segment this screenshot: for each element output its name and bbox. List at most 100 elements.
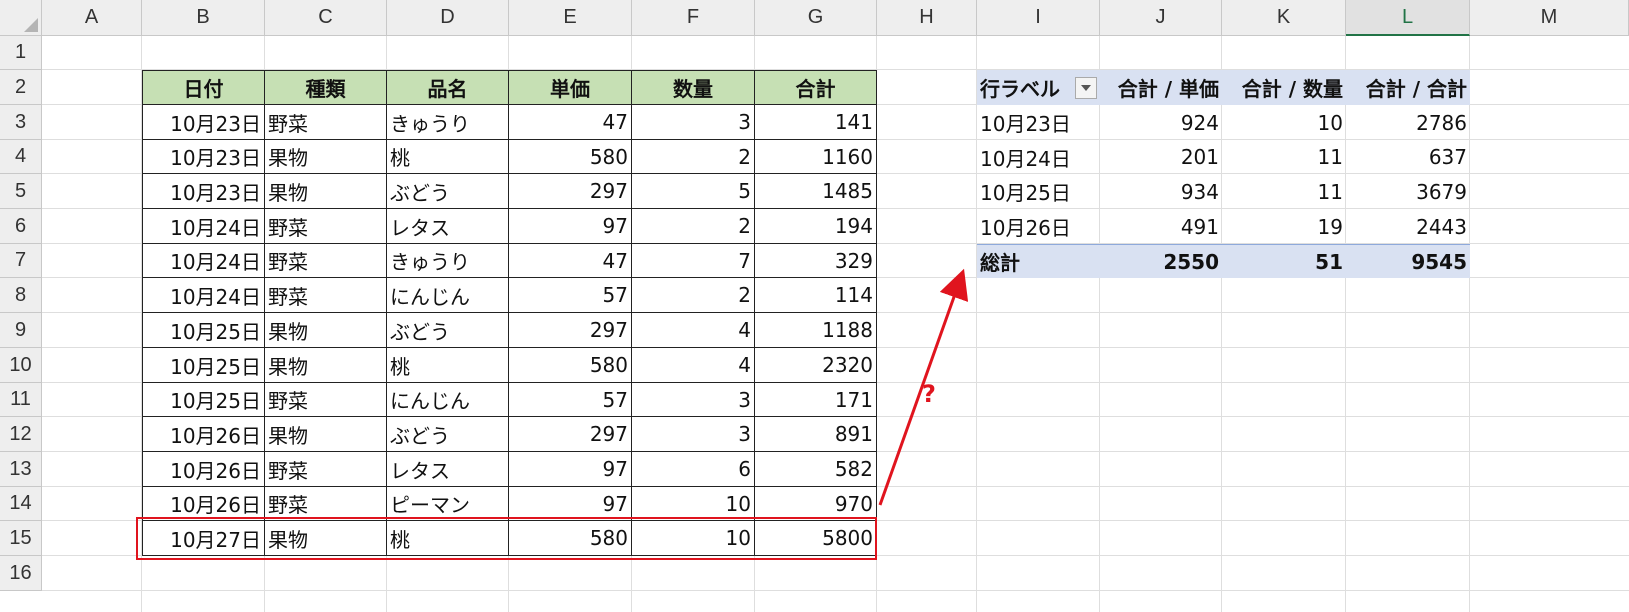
source-data-cell[interactable]: 4 [632,313,755,348]
source-data-cell[interactable]: ぶどう [387,417,509,452]
source-header-cell[interactable]: 品名 [387,70,509,105]
pivot-data-cell[interactable]: 10月26日 [977,209,1100,244]
source-data-cell[interactable]: 297 [509,174,632,209]
pivot-total-cell[interactable]: 総計 [977,244,1100,278]
pivot-data-cell[interactable]: 10 [1222,105,1346,140]
row-header-15[interactable]: 15 [0,521,42,556]
source-data-cell[interactable]: 10月24日 [142,244,265,278]
pivot-data-cell[interactable]: 491 [1100,209,1222,244]
source-data-cell[interactable]: 10月26日 [142,487,265,521]
source-data-cell[interactable]: 野菜 [265,452,387,487]
source-data-cell[interactable]: ぶどう [387,174,509,209]
source-data-cell[interactable]: 野菜 [265,487,387,521]
source-data-cell[interactable]: 5 [632,174,755,209]
pivot-data-cell[interactable]: 934 [1100,174,1222,209]
source-data-cell[interactable]: にんじん [387,278,509,313]
pivot-data-cell[interactable]: 924 [1100,105,1222,140]
row-header-3[interactable]: 3 [0,105,42,140]
pivot-header-cell[interactable]: 合計 / 合計 [1346,70,1470,105]
column-header-i[interactable]: I [977,0,1100,36]
source-data-cell[interactable]: 10月24日 [142,278,265,313]
source-header-cell[interactable]: 単価 [509,70,632,105]
row-header-16[interactable]: 16 [0,556,42,591]
source-data-cell[interactable]: 10月23日 [142,105,265,140]
pivot-data-cell[interactable]: 11 [1222,174,1346,209]
row-header-2[interactable]: 2 [0,70,42,105]
source-data-cell[interactable]: 57 [509,383,632,417]
source-data-cell[interactable]: 10 [632,487,755,521]
pivot-data-cell[interactable]: 201 [1100,140,1222,174]
source-data-cell[interactable]: 果物 [265,348,387,383]
source-data-cell[interactable]: 57 [509,278,632,313]
source-data-cell[interactable]: 194 [755,209,877,244]
source-data-cell[interactable]: にんじん [387,383,509,417]
source-data-cell[interactable]: 47 [509,244,632,278]
source-data-cell[interactable]: 10月23日 [142,174,265,209]
pivot-data-cell[interactable]: 3679 [1346,174,1470,209]
row-header-8[interactable]: 8 [0,278,42,313]
row-label-filter-button[interactable] [1075,77,1097,99]
source-data-cell[interactable]: 10月25日 [142,383,265,417]
column-header-k[interactable]: K [1222,0,1346,36]
source-data-cell[interactable]: 桃 [387,348,509,383]
source-data-cell[interactable]: 6 [632,452,755,487]
source-data-cell[interactable]: 7 [632,244,755,278]
source-data-cell[interactable]: 3 [632,383,755,417]
column-header-g[interactable]: G [755,0,877,36]
column-header-d[interactable]: D [387,0,509,36]
source-data-cell[interactable]: 97 [509,452,632,487]
row-header-10[interactable]: 10 [0,348,42,383]
source-header-cell[interactable]: 合計 [755,70,877,105]
source-data-cell[interactable]: レタス [387,209,509,244]
source-data-cell[interactable]: 10月26日 [142,452,265,487]
source-data-cell[interactable]: 47 [509,105,632,140]
pivot-total-cell[interactable]: 2550 [1100,244,1222,278]
source-data-cell[interactable]: 171 [755,383,877,417]
row-header-1[interactable]: 1 [0,36,42,70]
source-data-cell[interactable]: 果物 [265,174,387,209]
row-header-11[interactable]: 11 [0,383,42,417]
column-header-l[interactable]: L [1346,0,1470,36]
column-header-h[interactable]: H [877,0,977,36]
column-header-m[interactable]: M [1470,0,1629,36]
row-header-5[interactable]: 5 [0,174,42,209]
source-data-cell[interactable]: 1188 [755,313,877,348]
source-header-cell[interactable]: 数量 [632,70,755,105]
source-data-cell[interactable]: 4 [632,348,755,383]
source-data-cell[interactable]: 10月26日 [142,417,265,452]
pivot-data-cell[interactable]: 637 [1346,140,1470,174]
pivot-total-cell[interactable]: 9545 [1346,244,1470,278]
source-header-cell[interactable]: 種類 [265,70,387,105]
pivot-data-cell[interactable]: 2786 [1346,105,1470,140]
source-data-cell[interactable]: 野菜 [265,383,387,417]
column-header-b[interactable]: B [142,0,265,36]
source-data-cell[interactable]: 野菜 [265,209,387,244]
source-data-cell[interactable]: 970 [755,487,877,521]
column-header-j[interactable]: J [1100,0,1222,36]
source-data-cell[interactable]: 果物 [265,140,387,174]
source-data-cell[interactable]: 114 [755,278,877,313]
source-data-cell[interactable]: 3 [632,105,755,140]
source-data-cell[interactable]: 329 [755,244,877,278]
source-data-cell[interactable]: 1160 [755,140,877,174]
source-data-cell[interactable]: 3 [632,417,755,452]
column-header-c[interactable]: C [265,0,387,36]
source-data-cell[interactable]: 桃 [387,140,509,174]
source-data-cell[interactable]: 1485 [755,174,877,209]
pivot-data-cell[interactable]: 2443 [1346,209,1470,244]
row-header-14[interactable]: 14 [0,487,42,521]
source-data-cell[interactable]: 果物 [265,313,387,348]
source-data-cell[interactable]: 580 [509,348,632,383]
pivot-total-cell[interactable]: 51 [1222,244,1346,278]
pivot-header-cell[interactable]: 合計 / 単価 [1100,70,1222,105]
column-header-e[interactable]: E [509,0,632,36]
source-data-cell[interactable]: 10月25日 [142,313,265,348]
source-data-cell[interactable]: 580 [509,140,632,174]
pivot-data-cell[interactable]: 11 [1222,140,1346,174]
source-data-cell[interactable]: 10月23日 [142,140,265,174]
source-data-cell[interactable]: 10月25日 [142,348,265,383]
source-data-cell[interactable]: 297 [509,417,632,452]
source-data-cell[interactable]: ピーマン [387,487,509,521]
source-data-cell[interactable]: 野菜 [265,278,387,313]
pivot-data-cell[interactable]: 10月23日 [977,105,1100,140]
